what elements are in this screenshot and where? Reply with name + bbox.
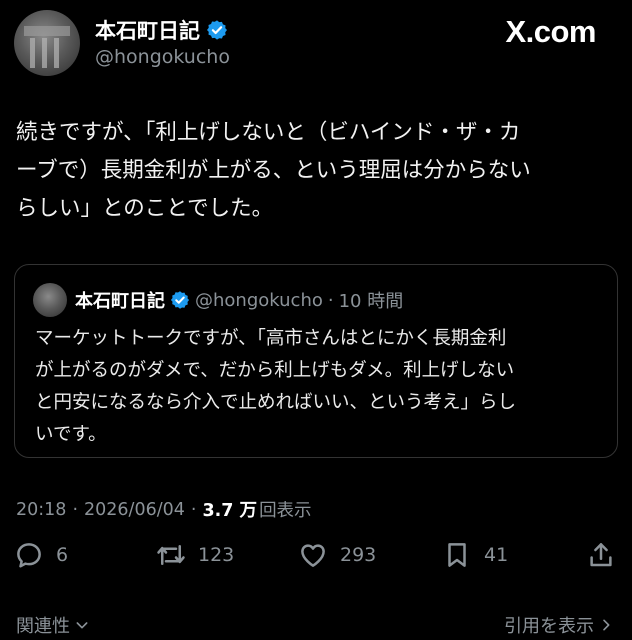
quoted-tweet-header: 本石町日記 @hongokucho · 10 時間 bbox=[75, 287, 403, 313]
quoted-timestamp: 10 時間 bbox=[338, 291, 404, 312]
view-quotes-link[interactable]: 引用を表示 bbox=[504, 612, 614, 638]
verified-badge-icon bbox=[207, 20, 227, 40]
reply-count: 6 bbox=[56, 544, 69, 566]
view-count-label: 回表示 bbox=[259, 501, 312, 521]
quoted-text-line: マーケットトークですが、「高市さんはとにかく長期金利 bbox=[35, 328, 507, 349]
repost-count: 123 bbox=[198, 544, 235, 566]
view-count[interactable]: 3.7 万 回表示 bbox=[202, 497, 311, 522]
bookmark-button[interactable]: 41 bbox=[442, 540, 508, 570]
tweet-text-line: らしい」とのことでした。 bbox=[16, 196, 274, 221]
sort-label: 関連性 bbox=[16, 616, 70, 637]
x-com-logo: X.com bbox=[505, 14, 596, 49]
tweet-meta: 20:18 · 2026/06/04 · 3.7 万 回表示 bbox=[16, 497, 312, 522]
reply-icon bbox=[17, 543, 41, 568]
tweet-text-line: ーブで）長期金利が上がる、という理屈は分からない bbox=[16, 158, 531, 183]
repost-icon bbox=[157, 545, 185, 565]
quoted-author-name: 本石町日記 bbox=[75, 291, 165, 312]
bookmark-count: 41 bbox=[484, 544, 509, 566]
quoted-text-line: と円安になるなら介入で止めればいい、という考え」らし bbox=[35, 392, 517, 413]
heart-icon bbox=[301, 544, 325, 567]
tweet-text-line: 続きですが、「利上げしないと（ビハインド・ザ・カ bbox=[16, 120, 521, 145]
quoted-tweet-text: マーケットトークですが、「高市さんはとにかく長期金利 が上がるのがダメで、だから… bbox=[35, 323, 610, 451]
author-handle[interactable]: @hongokucho bbox=[95, 46, 230, 68]
view-quotes-label: 引用を表示 bbox=[504, 616, 594, 637]
meta-separator: · bbox=[190, 499, 197, 520]
meta-separator: · bbox=[72, 499, 79, 520]
author-name[interactable]: 本石町日記 bbox=[95, 15, 228, 45]
sort-relevance-dropdown[interactable]: 関連性 bbox=[16, 612, 90, 638]
quoted-author-avatar bbox=[33, 283, 67, 317]
reply-button[interactable]: 6 bbox=[14, 540, 68, 570]
quoted-text-line: が上がるのがダメで、だから利上げもダメ。利上げしない bbox=[35, 360, 515, 381]
quoted-tweet-card[interactable]: 本石町日記 @hongokucho · 10 時間 マーケットトークですが、「高… bbox=[14, 264, 618, 458]
repost-button[interactable]: 123 bbox=[156, 540, 234, 570]
like-button[interactable]: 293 bbox=[298, 540, 376, 570]
quoted-author-handle: @hongokucho bbox=[195, 289, 323, 311]
post-time[interactable]: 20:18 bbox=[16, 500, 66, 520]
quoted-separator: · bbox=[327, 289, 334, 311]
action-bar: 6 123 293 41 bbox=[0, 540, 632, 584]
bookmark-icon bbox=[448, 543, 466, 567]
post-date[interactable]: 2026/06/04 bbox=[84, 500, 185, 520]
tweet-text: 続きですが、「利上げしないと（ビハインド・ザ・カ ーブで）長期金利が上がる、とい… bbox=[16, 114, 616, 228]
share-icon bbox=[590, 543, 612, 567]
quoted-text-line: いです。 bbox=[35, 424, 107, 445]
author-name-text: 本石町日記 bbox=[95, 19, 200, 43]
view-count-number: 3.7 万 bbox=[202, 501, 258, 521]
chevron-down-icon bbox=[76, 622, 88, 629]
verified-badge-icon bbox=[170, 291, 190, 309]
chevron-right-icon bbox=[603, 619, 610, 631]
like-count: 293 bbox=[340, 544, 377, 566]
author-avatar[interactable] bbox=[14, 10, 80, 76]
share-button[interactable] bbox=[586, 540, 616, 570]
